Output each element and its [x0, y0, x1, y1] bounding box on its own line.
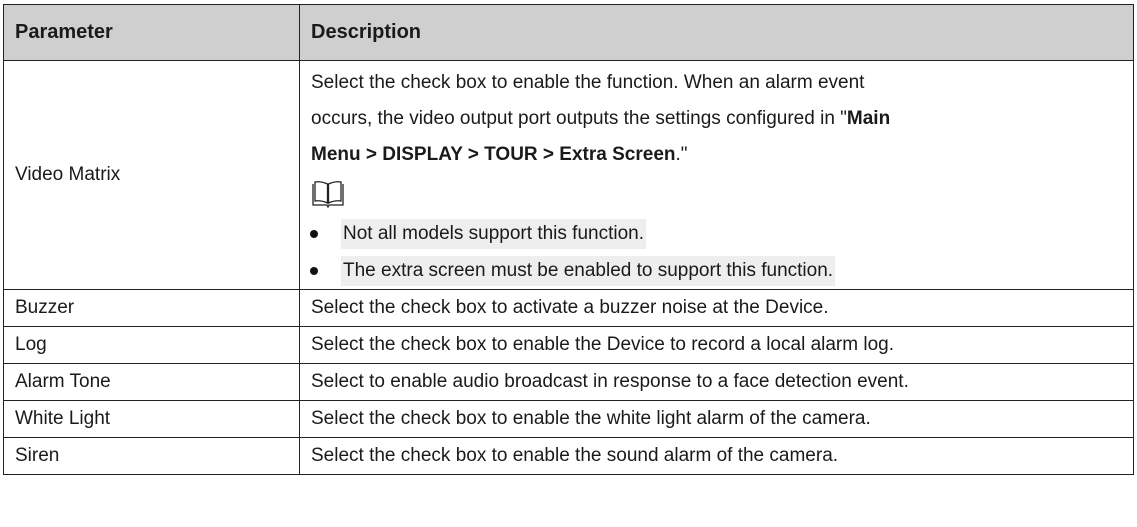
param-desc: Select the check box to activate a buzze…: [299, 289, 1134, 327]
desc-line-2: occurs, the video output port outputs th…: [311, 101, 1123, 137]
param-name: Log: [3, 326, 300, 364]
header-description: Description: [299, 4, 1134, 61]
table-row-buzzer: Buzzer Select the check box to activate …: [3, 289, 1134, 327]
param-desc: Select to enable audio broadcast in resp…: [299, 363, 1134, 401]
param-name: Buzzer: [3, 289, 300, 327]
note-row: [311, 173, 1123, 215]
desc-line-3-text: .": [675, 144, 688, 165]
bullet-icon: [310, 229, 318, 238]
table-row-siren: Siren Select the check box to enable the…: [3, 437, 1134, 475]
table-row-alarm-tone: Alarm Tone Select to enable audio broadc…: [3, 363, 1134, 401]
param-desc: Select the check box to enable the white…: [299, 400, 1134, 438]
param-name: Alarm Tone: [3, 363, 300, 401]
header-parameter: Parameter: [3, 4, 300, 61]
param-desc: Select the check box to enable the Devic…: [299, 326, 1134, 364]
menu-path-bold-1: Main: [846, 108, 891, 129]
header-row: Parameter Description: [3, 4, 1134, 61]
bullet-icon: [310, 266, 318, 275]
table-row-log: Log Select the check box to enable the D…: [3, 326, 1134, 364]
desc-line-2-text: occurs, the video output port outputs th…: [311, 108, 847, 129]
note-item-2: The extra screen must be enabled to supp…: [310, 252, 1123, 289]
table-row-white-light: White Light Select the check box to enab…: [3, 400, 1134, 438]
param-name: White Light: [3, 400, 300, 438]
note-book-icon: [312, 181, 344, 208]
desc-line-1: Select the check box to enable the funct…: [311, 72, 865, 93]
menu-path-bold-2: Menu > DISPLAY > TOUR > Extra Screen: [311, 144, 676, 165]
note-item-1: Not all models support this function.: [310, 215, 1123, 252]
parameter-table: Parameter Description Video Matrix Selec…: [3, 4, 1134, 475]
desc-line-3: Menu > DISPLAY > TOUR > Extra Screen.": [311, 137, 1123, 173]
note-text-2: The extra screen must be enabled to supp…: [341, 255, 836, 286]
param-name: Siren: [3, 437, 300, 475]
param-desc-video-matrix: Select the check box to enable the funct…: [299, 60, 1134, 290]
note-text-1: Not all models support this function.: [341, 218, 646, 249]
param-desc: Select the check box to enable the sound…: [299, 437, 1134, 475]
table-row-video-matrix: Video Matrix Select the check box to ena…: [3, 60, 1134, 290]
param-name-video-matrix: Video Matrix: [3, 60, 300, 290]
